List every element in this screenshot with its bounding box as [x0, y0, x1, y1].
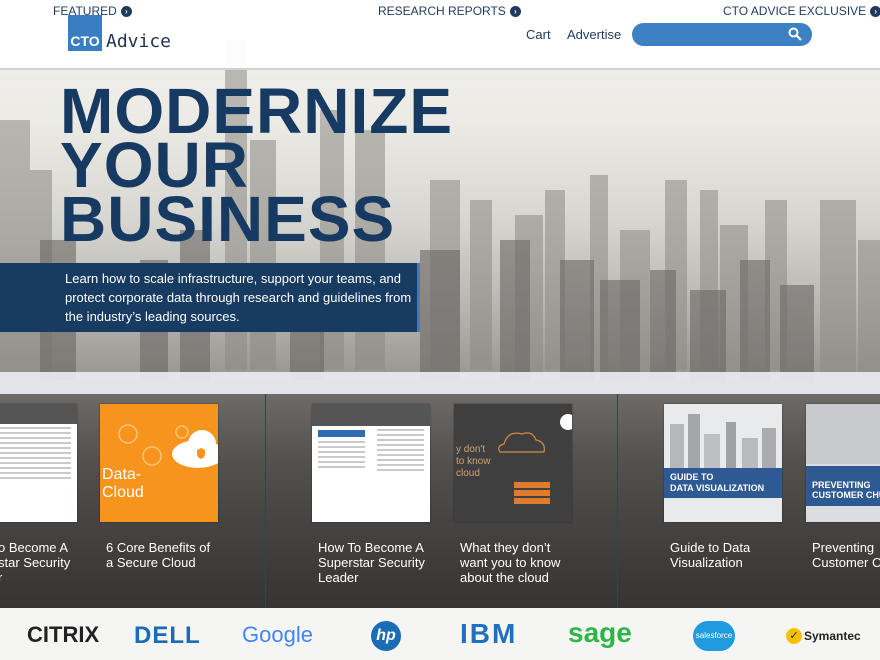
logo-wordmark: Advice [106, 31, 172, 52]
hero-intro-text: Learn how to scale infrastructure, suppo… [0, 263, 420, 332]
chevron-right-icon: › [509, 5, 521, 17]
section-label-text: CTO ADVICE EXCLUSIVE [723, 4, 867, 18]
card-title-link[interactable]: Guide to Data Visualization [670, 540, 796, 570]
card-thumbnail[interactable]: y don't to know cloud [454, 404, 572, 522]
salesforce-logo: salesforce [693, 621, 735, 651]
hp-logo-text: hp [376, 627, 396, 644]
section-research-reports-link[interactable]: RESEARCH REPORTS › [378, 4, 521, 18]
section-bar [0, 372, 880, 394]
hp-logo: hp [371, 621, 401, 651]
dell-logo: DELL [134, 622, 201, 649]
card-title-link[interactable]: Preventing Customer C [812, 540, 880, 570]
checkmark-icon: ✓ [786, 628, 802, 644]
cloud-shield-icon [118, 424, 218, 468]
search-icon[interactable] [788, 27, 802, 41]
nav-advertise-link[interactable]: Advertise [567, 27, 621, 42]
sage-logo: sage [568, 617, 632, 648]
citrix-logo: CITRIX [27, 622, 100, 647]
hero-headline: MODERNIZE YOUR BUSINESS [60, 79, 453, 255]
section-label-text: RESEARCH REPORTS [378, 4, 506, 18]
chevron-right-icon: › [870, 5, 880, 17]
card-thumb-title: Data- Cloud [102, 466, 144, 501]
card-thumbnail[interactable] [0, 404, 77, 522]
card-thumb-title: PREVENTING CUSTOMER CHU [812, 480, 880, 500]
section-label-text: FEATURED [53, 4, 117, 18]
section-divider [265, 394, 266, 608]
section-divider [617, 394, 618, 608]
ibm-logo: IBM [460, 618, 518, 649]
symantec-logo-text: Symantec [804, 629, 861, 643]
headline-line-3: BUSINESS [60, 183, 396, 255]
partner-logos-bar [0, 608, 880, 660]
card-title-link[interactable]: What they don’t want you to know about t… [460, 540, 586, 585]
cto-advice-logo[interactable]: CTO Advice [68, 15, 172, 52]
card-thumbnail[interactable]: Data- Cloud [100, 404, 218, 522]
google-logo: Google [242, 622, 313, 647]
search-input[interactable] [632, 23, 812, 46]
card-title-link[interactable]: How To Become A Superstar Security Leade… [318, 540, 444, 585]
office-image [806, 404, 880, 506]
card-thumb-title: GUIDE TO DATA VISUALIZATION [670, 472, 765, 493]
logo-mark: CTO [68, 15, 102, 51]
nav-cart-link[interactable]: Cart [526, 27, 551, 42]
section-exclusive-link[interactable]: CTO ADVICE EXCLUSIVE › [723, 4, 880, 18]
card-thumb-title: y don't to know cloud [456, 444, 491, 479]
section-featured-link[interactable]: FEATURED › [53, 4, 132, 18]
card-title-link[interactable]: 6 Core Benefits of a Secure Cloud [106, 540, 232, 570]
card-thumbnail[interactable] [312, 404, 430, 522]
salesforce-logo-text: salesforce [695, 631, 733, 640]
city-image [664, 414, 782, 498]
chevron-right-icon: › [120, 5, 132, 17]
card-thumbnail[interactable]: PREVENTING CUSTOMER CHU [806, 404, 880, 522]
symantec-logo: ✓ Symantec [786, 628, 861, 644]
card-thumbnail[interactable]: GUIDE TO DATA VISUALIZATION [664, 404, 782, 522]
